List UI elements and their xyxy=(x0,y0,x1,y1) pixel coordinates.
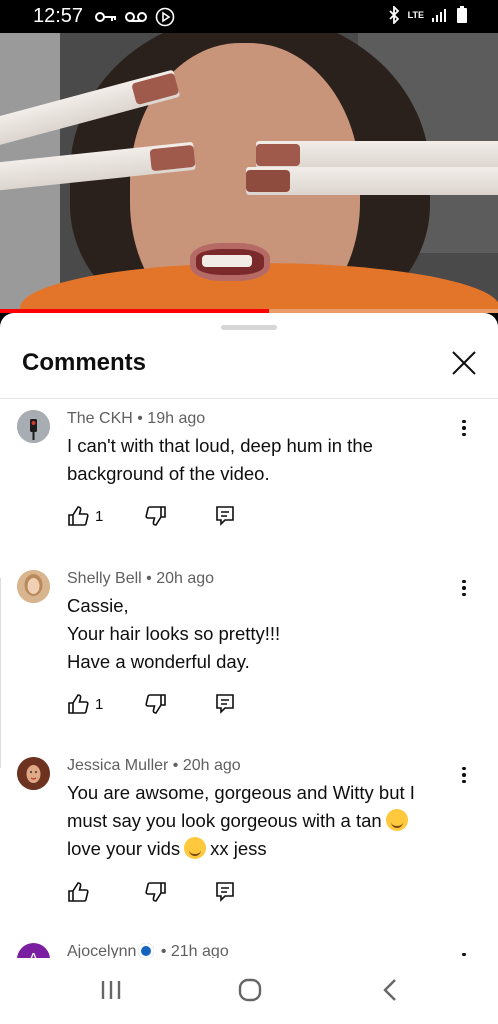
thumbs-down-icon xyxy=(145,506,166,526)
divider xyxy=(0,398,498,399)
comment-author[interactable]: Ajocelynn • 21h ago xyxy=(67,943,229,958)
back-button[interactable] xyxy=(378,978,404,1002)
battery-icon xyxy=(456,6,468,24)
comment-author[interactable]: Shelly Bell • 20h ago xyxy=(67,570,214,588)
comment-text: Cassie, Your hair looks so pretty!!! Hav… xyxy=(67,595,281,672)
reply-icon xyxy=(216,882,234,902)
recent-apps-button[interactable] xyxy=(98,978,124,1002)
back-icon xyxy=(383,979,396,1001)
video-teeth xyxy=(202,255,252,267)
reply-button[interactable] xyxy=(215,881,235,903)
comment-menu-button[interactable] xyxy=(454,576,474,600)
comments-panel: Comments The CKH • 19h ago I can't with … xyxy=(0,313,498,958)
comment-actions: 1 xyxy=(67,505,267,529)
close-button[interactable] xyxy=(446,345,482,381)
close-icon xyxy=(452,351,476,375)
like-count: 1 xyxy=(95,507,104,525)
dislike-button[interactable] xyxy=(145,693,167,715)
comment-actions: 1 xyxy=(67,693,267,717)
lip-pencil xyxy=(246,167,498,195)
comment-actions xyxy=(67,881,267,905)
comment-author[interactable]: Jessica Muller • 20h ago xyxy=(67,757,241,775)
thumbs-down-icon xyxy=(145,882,166,902)
thumbs-up-icon xyxy=(68,694,89,714)
play-circle-icon xyxy=(155,7,175,27)
reply-button[interactable] xyxy=(215,693,235,715)
evil-eye-emoji xyxy=(138,943,155,958)
status-bar: 12:57 LTE xyxy=(0,0,498,33)
comment-menu-button[interactable] xyxy=(454,763,474,787)
lte-icon: LTE xyxy=(407,9,424,20)
avatar[interactable] xyxy=(17,570,50,603)
scroll-indicator xyxy=(0,578,4,768)
comment-text: You are awsome, gorgeous and Witty but I… xyxy=(67,782,415,859)
avatar[interactable] xyxy=(17,410,50,443)
network-label: LTE xyxy=(407,9,424,20)
thumbs-down-icon xyxy=(145,694,166,714)
thumbs-up-icon xyxy=(68,882,89,902)
drag-handle[interactable] xyxy=(221,325,277,330)
recent-apps-icon xyxy=(101,981,121,999)
avatar[interactable] xyxy=(17,757,50,790)
hugging-face-emoji xyxy=(385,809,408,831)
voicemail-icon xyxy=(125,10,147,24)
like-button[interactable] xyxy=(67,881,89,903)
thumbs-up-icon xyxy=(68,506,89,526)
avatar[interactable]: A xyxy=(17,943,50,958)
home-button[interactable] xyxy=(237,978,263,1002)
navigation-bar xyxy=(0,958,498,1024)
comment-text: I can't with that loud, deep hum in the … xyxy=(67,435,373,484)
reply-icon xyxy=(216,694,234,714)
dislike-button[interactable] xyxy=(145,881,167,903)
like-button[interactable]: 1 xyxy=(67,505,103,527)
signal-icon xyxy=(431,7,449,23)
comment-menu-button[interactable] xyxy=(454,416,474,440)
like-count: 1 xyxy=(95,695,104,713)
comments-title: Comments xyxy=(22,349,147,376)
smiling-face-emoji xyxy=(184,837,207,859)
reply-button[interactable] xyxy=(215,505,235,527)
dislike-button[interactable] xyxy=(145,505,167,527)
bluetooth-icon xyxy=(387,6,401,24)
video-player[interactable] xyxy=(0,33,498,313)
home-icon xyxy=(238,978,262,1002)
reply-icon xyxy=(216,506,234,526)
key-icon xyxy=(95,10,117,24)
comment-menu-button[interactable] xyxy=(454,949,474,958)
lip-pencil xyxy=(256,141,498,169)
status-time: 12:57 xyxy=(33,5,84,27)
like-button[interactable]: 1 xyxy=(67,693,103,715)
comment-author[interactable]: The CKH • 19h ago xyxy=(67,410,205,428)
avatar-letter: A xyxy=(28,951,39,959)
